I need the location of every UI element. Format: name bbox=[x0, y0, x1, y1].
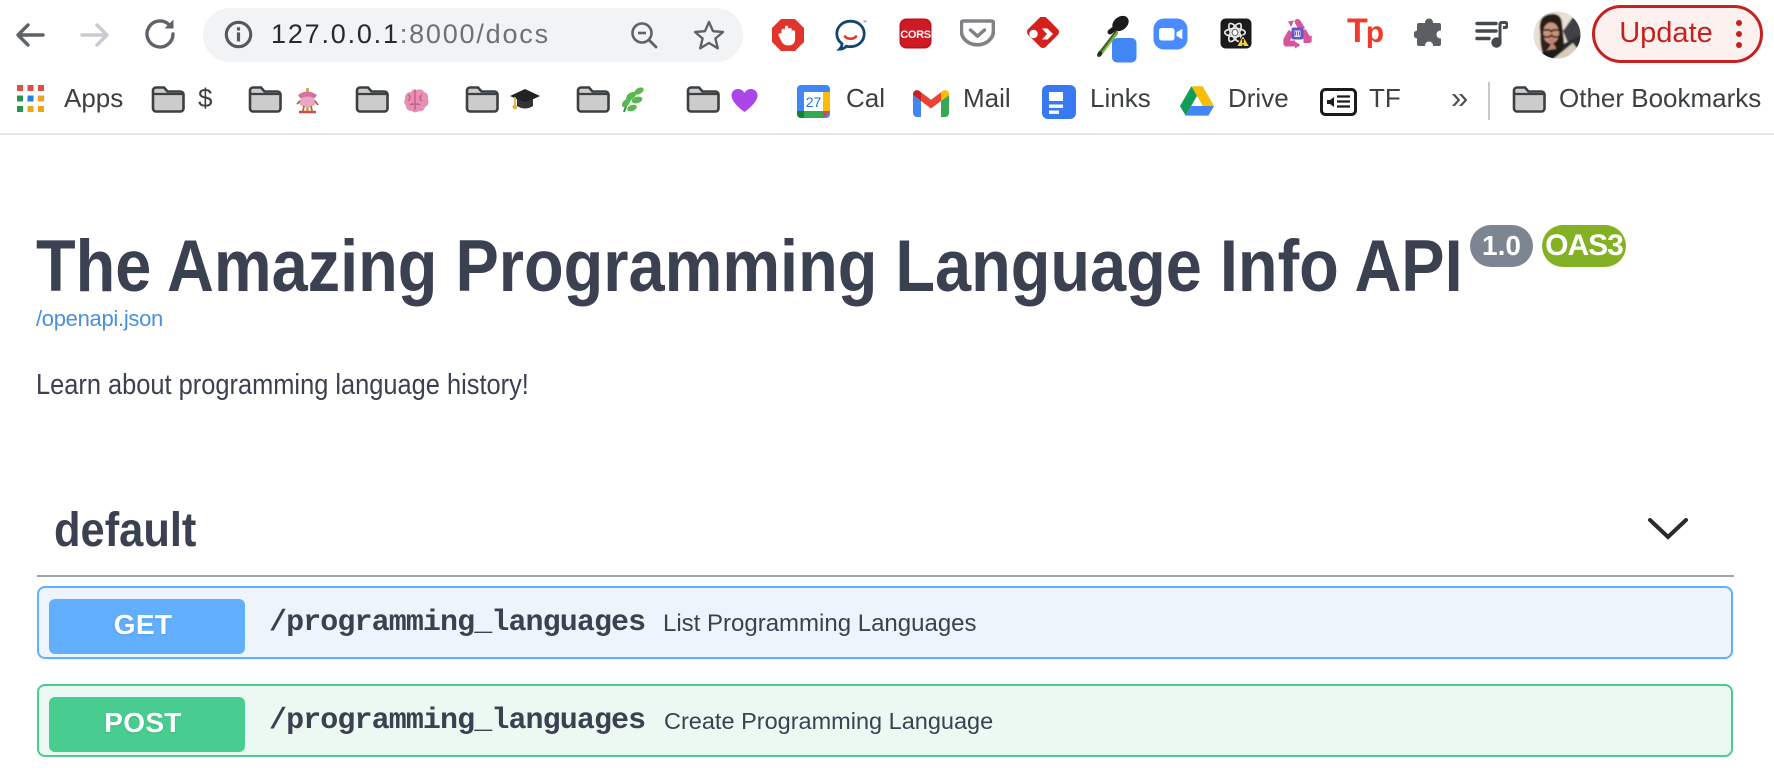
svg-text:CORS: CORS bbox=[900, 29, 931, 41]
svg-text:27: 27 bbox=[806, 94, 822, 110]
